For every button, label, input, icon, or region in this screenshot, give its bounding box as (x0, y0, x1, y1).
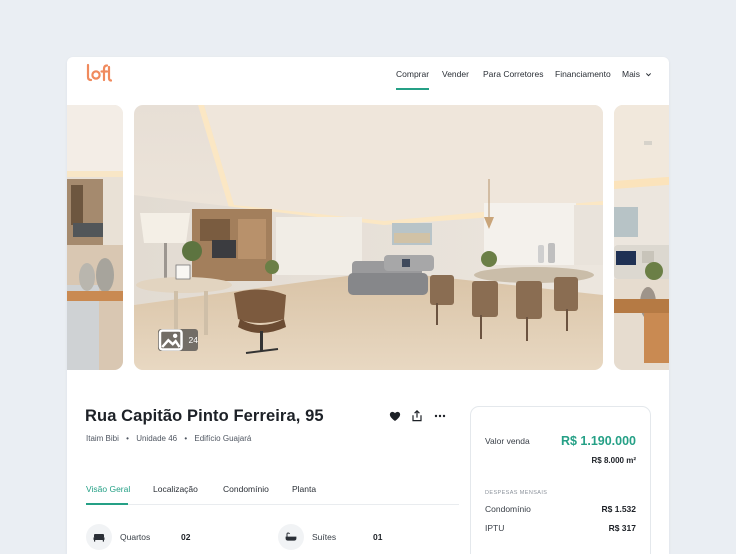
nav-item-mais-label: Mais (622, 69, 640, 79)
tab-planta[interactable]: Planta (292, 484, 316, 494)
gallery-photo-next[interactable] (614, 105, 669, 370)
tab-condominio[interactable]: Condomínio (223, 484, 269, 494)
top-nav-bar: Comprar Vender Para Corretores Financiam… (67, 57, 669, 91)
tabs-divider (86, 504, 459, 505)
iptu-value: R$ 317 (608, 523, 636, 533)
bathtub-icon-badge (278, 524, 304, 550)
price-card: Valor venda R$ 1.190.000 R$ 8.000 m² DES… (470, 406, 651, 554)
listing-neighborhood: Itaim Bibi (86, 434, 119, 443)
price-per-m2: R$ 8.000 m² (591, 456, 636, 465)
nav-item-vender[interactable]: Vender (442, 69, 469, 79)
gallery-photo-main[interactable]: 24 (134, 105, 603, 370)
heart-icon[interactable] (388, 409, 402, 423)
listing-title: Rua Capitão Pinto Ferreira, 95 (85, 407, 324, 425)
condo-value: R$ 1.532 (601, 504, 637, 514)
listing-building: Edifício Guajará (194, 434, 252, 443)
nav-item-mais[interactable]: Mais (622, 69, 652, 79)
listing-subtitle: Itaim Bibi • Unidade 46 • Edifício Guaja… (86, 434, 251, 443)
sale-price-value: R$ 1.190.000 (560, 434, 636, 448)
bathtub-icon (285, 532, 297, 541)
photo-count: 24 (188, 335, 198, 345)
share-icon[interactable] (410, 409, 424, 423)
listing-card: Comprar Vender Para Corretores Financiam… (67, 57, 669, 554)
feature-value-quartos: 02 (181, 532, 191, 542)
gallery-photo-previous[interactable] (67, 105, 123, 370)
image-icon (158, 329, 183, 351)
bed-icon (93, 533, 105, 542)
photo-count-badge[interactable]: 24 (158, 329, 198, 351)
separator: • (126, 434, 129, 443)
more-icon[interactable] (433, 409, 447, 423)
feature-value-suites: 01 (373, 532, 383, 542)
sale-price-label: Valor venda (485, 436, 530, 446)
feature-label-suites: Suítes (312, 532, 337, 542)
iptu-label: IPTU (485, 523, 505, 533)
loft-logo[interactable] (86, 62, 112, 84)
nav-item-comprar[interactable]: Comprar (396, 69, 429, 79)
monthly-expenses-header: DESPESAS MENSAIS (485, 490, 548, 496)
active-tab-indicator (86, 503, 128, 505)
tab-visao-geral[interactable]: Visão Geral (86, 484, 130, 494)
bed-icon-badge (86, 524, 112, 550)
listing-unit: Unidade 46 (136, 434, 178, 443)
nav-item-para-corretores[interactable]: Para Corretores (483, 69, 543, 79)
separator: • (184, 434, 188, 443)
active-nav-indicator (396, 88, 429, 90)
condo-label: Condomínio (485, 504, 531, 514)
chevron-down-icon (645, 73, 651, 77)
nav-item-financiamento[interactable]: Financiamento (555, 69, 611, 79)
tab-localizacao[interactable]: Localização (153, 484, 198, 494)
feature-label-quartos: Quartos (120, 532, 151, 542)
photo-carousel[interactable]: 24 (67, 105, 669, 370)
